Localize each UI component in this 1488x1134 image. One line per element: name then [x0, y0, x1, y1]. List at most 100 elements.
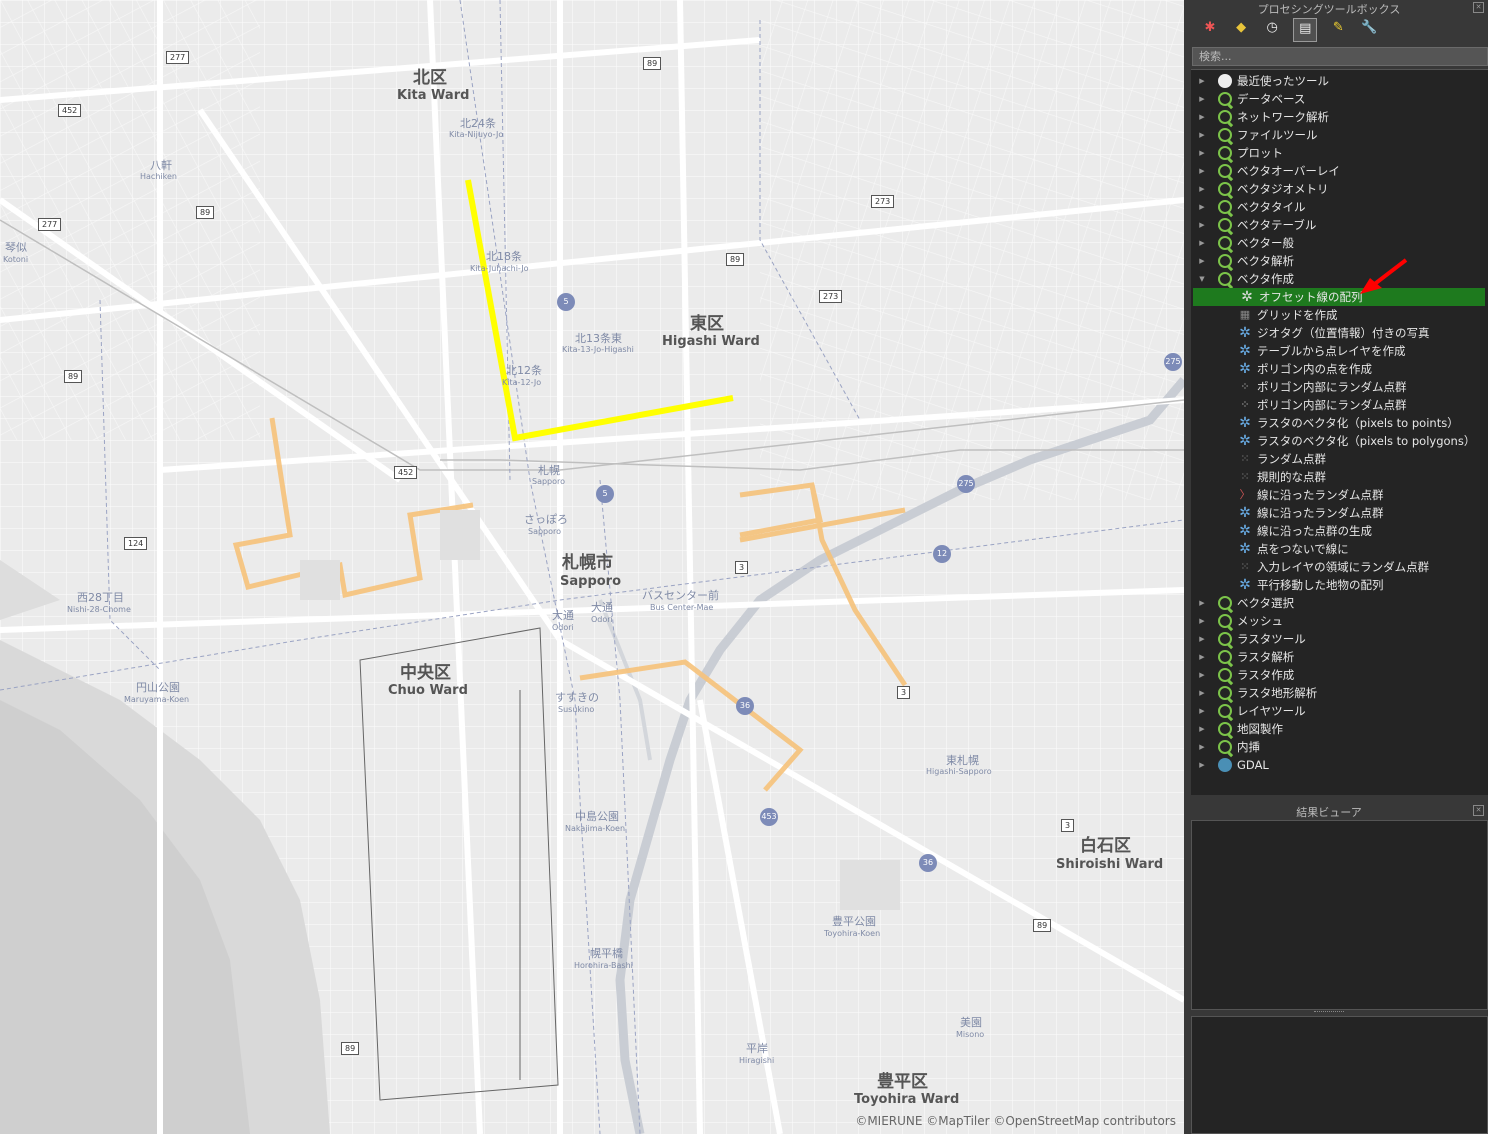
- station-label-en: Maruyama-Koen: [124, 695, 190, 704]
- chevron-right-icon[interactable]: ▶: [1197, 90, 1207, 108]
- random-points-icon: ⁘: [1240, 398, 1250, 411]
- tree-algorithm-item[interactable]: ⁘ ポリゴン内部にランダム点群: [1191, 396, 1488, 414]
- station-label: 平岸: [746, 1042, 768, 1055]
- tree-algorithm-item[interactable]: ✲ 平行移動した地物の配列: [1191, 576, 1488, 594]
- chevron-right-icon[interactable]: ▶: [1197, 648, 1207, 666]
- tree-group-item[interactable]: ▶ ベクタタイル: [1191, 198, 1488, 216]
- chevron-right-icon[interactable]: ▶: [1197, 162, 1207, 180]
- route-shield: 3: [735, 561, 749, 574]
- tree-group-item[interactable]: ▶ ラスタ地形解析: [1191, 684, 1488, 702]
- chevron-right-icon[interactable]: ▶: [1197, 630, 1207, 648]
- chevron-right-icon[interactable]: ▶: [1197, 144, 1207, 162]
- chevron-right-icon[interactable]: ▶: [1197, 666, 1207, 684]
- station-label: 美園: [960, 1016, 982, 1029]
- tree-group-item[interactable]: ▶ ネットワーク解析: [1191, 108, 1488, 126]
- tree-group-item[interactable]: ▶ メッシュ: [1191, 612, 1488, 630]
- tree-group-item[interactable]: ▶ 地図製作: [1191, 720, 1488, 738]
- route-shield: 273: [871, 195, 895, 208]
- gear-icon: ✲: [1239, 433, 1251, 449]
- qgis-icon: [1218, 722, 1232, 736]
- ward-label-jp: 中央区: [400, 663, 451, 683]
- options-icon[interactable]: 🔧: [1359, 18, 1379, 38]
- tree-algorithm-item[interactable]: 〉線に沿ったランダム点群: [1191, 486, 1488, 504]
- chevron-right-icon[interactable]: ▶: [1197, 594, 1207, 612]
- clock-icon: [1218, 74, 1232, 88]
- tree-algorithm-item[interactable]: ⁙ 規則的な点群: [1191, 468, 1488, 486]
- qgis-icon: [1218, 650, 1232, 664]
- gear-icon: ✲: [1239, 361, 1251, 377]
- station-label-en: Susukino: [558, 705, 595, 714]
- tree-group-item[interactable]: ▶ プロット: [1191, 144, 1488, 162]
- tree-group-item[interactable]: ▶ ベクタジオメトリ: [1191, 180, 1488, 198]
- tree-algorithm-item[interactable]: ✲ ラスタのベクタ化（pixels to points）: [1191, 414, 1488, 432]
- tree-group-item[interactable]: ▶ ベクタオーバーレイ: [1191, 162, 1488, 180]
- tree-group-item[interactable]: ▶ GDAL: [1191, 756, 1488, 774]
- station-label-en: Kita-Juhachi-Jo: [470, 264, 529, 273]
- tree-algorithm-item[interactable]: ✲ 線に沿ったランダム点群: [1191, 504, 1488, 522]
- tree-group-item[interactable]: ▶ データベース: [1191, 90, 1488, 108]
- tree-algorithm-item[interactable]: ✲ ジオタグ（位置情報）付きの写真: [1191, 324, 1488, 342]
- algorithm-tree[interactable]: ▶ 最近使ったツール ▶ データベース ▶ ネットワーク解析 ▶ ファイルツール ▶ プロット ▶ ベ…: [1191, 69, 1488, 795]
- ward-label-en: Toyohira Ward: [854, 1092, 960, 1107]
- tree-group-item[interactable]: ▶ ファイルツール: [1191, 126, 1488, 144]
- close-icon[interactable]: ✕: [1473, 2, 1484, 13]
- chevron-right-icon[interactable]: ▶: [1197, 180, 1207, 198]
- ward-label-jp: 東区: [690, 314, 724, 334]
- tree-algorithm-item[interactable]: ✲ ポリゴン内の点を作成: [1191, 360, 1488, 378]
- models-icon[interactable]: ✱: [1200, 18, 1220, 38]
- close-icon[interactable]: ✕: [1473, 805, 1484, 816]
- tree-algorithm-item[interactable]: ⁘ ポリゴン内部にランダム点群: [1191, 378, 1488, 396]
- ward-label-en: Kita Ward: [397, 88, 470, 103]
- tree-item-label: ラスタのベクタ化（pixels to polygons）: [1257, 434, 1476, 448]
- tree-algorithm-item[interactable]: ✲ ラスタのベクタ化（pixels to polygons）: [1191, 432, 1488, 450]
- route-shield: 277: [38, 218, 62, 231]
- chevron-right-icon[interactable]: ▶: [1197, 720, 1207, 738]
- search-input[interactable]: 検索...: [1192, 47, 1488, 66]
- chevron-right-icon[interactable]: ▶: [1197, 108, 1207, 126]
- chevron-right-icon[interactable]: ▶: [1197, 216, 1207, 234]
- chevron-right-icon[interactable]: ▶: [1197, 756, 1207, 774]
- tree-group-item[interactable]: ▶ ラスタ作成: [1191, 666, 1488, 684]
- station-label: 大通: [591, 601, 613, 614]
- station-label-en: Bus Center-Mae: [650, 603, 714, 612]
- tree-item-label: ベクタ選択: [1237, 596, 1295, 610]
- toolbox-toolbar: ✱ ◆ ◷ ▤ ✎ 🔧: [1200, 18, 1385, 42]
- tree-group-item[interactable]: ▶ ベクタ選択: [1191, 594, 1488, 612]
- gear-icon: ✲: [1239, 541, 1251, 557]
- tree-algorithm-item[interactable]: ⁙ ランダム点群: [1191, 450, 1488, 468]
- chevron-right-icon[interactable]: ▶: [1197, 198, 1207, 216]
- tree-algorithm-item[interactable]: ✲ テーブルから点レイヤを作成: [1191, 342, 1488, 360]
- results-viewer-title: 結果ビューア: [1296, 806, 1362, 819]
- station-label-en: Toyohira-Koen: [824, 929, 881, 938]
- chevron-right-icon[interactable]: ▶: [1197, 738, 1207, 756]
- tree-group-item[interactable]: ▶ ベクタテーブル: [1191, 216, 1488, 234]
- results-viewer[interactable]: [1191, 820, 1488, 1010]
- tree-group-item[interactable]: ▶ 最近使ったツール: [1191, 72, 1488, 90]
- chevron-right-icon[interactable]: ▶: [1197, 684, 1207, 702]
- station-label: 幌平橋: [590, 947, 623, 960]
- map-canvas[interactable]: 北区 Kita Ward 東区 Higashi Ward 札幌市 Sapporo…: [0, 0, 1184, 1134]
- tree-algorithm-item[interactable]: ✲ 線に沿った点群の生成: [1191, 522, 1488, 540]
- tree-group-item[interactable]: ▶ ラスタ解析: [1191, 648, 1488, 666]
- qgis-icon: [1218, 686, 1232, 700]
- history-icon[interactable]: ◷: [1262, 18, 1282, 38]
- tree-algorithm-item[interactable]: ✲ 点をつないで線に: [1191, 540, 1488, 558]
- splitter-handle[interactable]: [1314, 1011, 1344, 1015]
- chevron-right-icon[interactable]: ▶: [1197, 612, 1207, 630]
- tree-group-item[interactable]: ▶ ラスタツール: [1191, 630, 1488, 648]
- tree-item-label: ベクタテーブル: [1237, 218, 1317, 232]
- tree-group-item[interactable]: ▶ レイヤツール: [1191, 702, 1488, 720]
- route-shield: 89: [64, 370, 83, 383]
- tree-algorithm-item[interactable]: ⁙ 入力レイヤの領域にランダム点群: [1191, 558, 1488, 576]
- results-viewer-lower[interactable]: [1191, 1016, 1488, 1134]
- chevron-right-icon[interactable]: ▶: [1197, 126, 1207, 144]
- results-icon[interactable]: ▤: [1293, 18, 1318, 42]
- chevron-right-icon[interactable]: ▶: [1197, 702, 1207, 720]
- chevron-right-icon[interactable]: ▶: [1197, 72, 1207, 90]
- edit-icon[interactable]: ✎: [1328, 18, 1348, 38]
- python-icon[interactable]: ◆: [1231, 18, 1251, 38]
- tree-group-item[interactable]: ▶ 内挿: [1191, 738, 1488, 756]
- station-label: 琴似: [5, 241, 27, 254]
- route-shield: 275: [1164, 353, 1182, 371]
- tree-item-label: ポリゴン内部にランダム点群: [1257, 380, 1407, 394]
